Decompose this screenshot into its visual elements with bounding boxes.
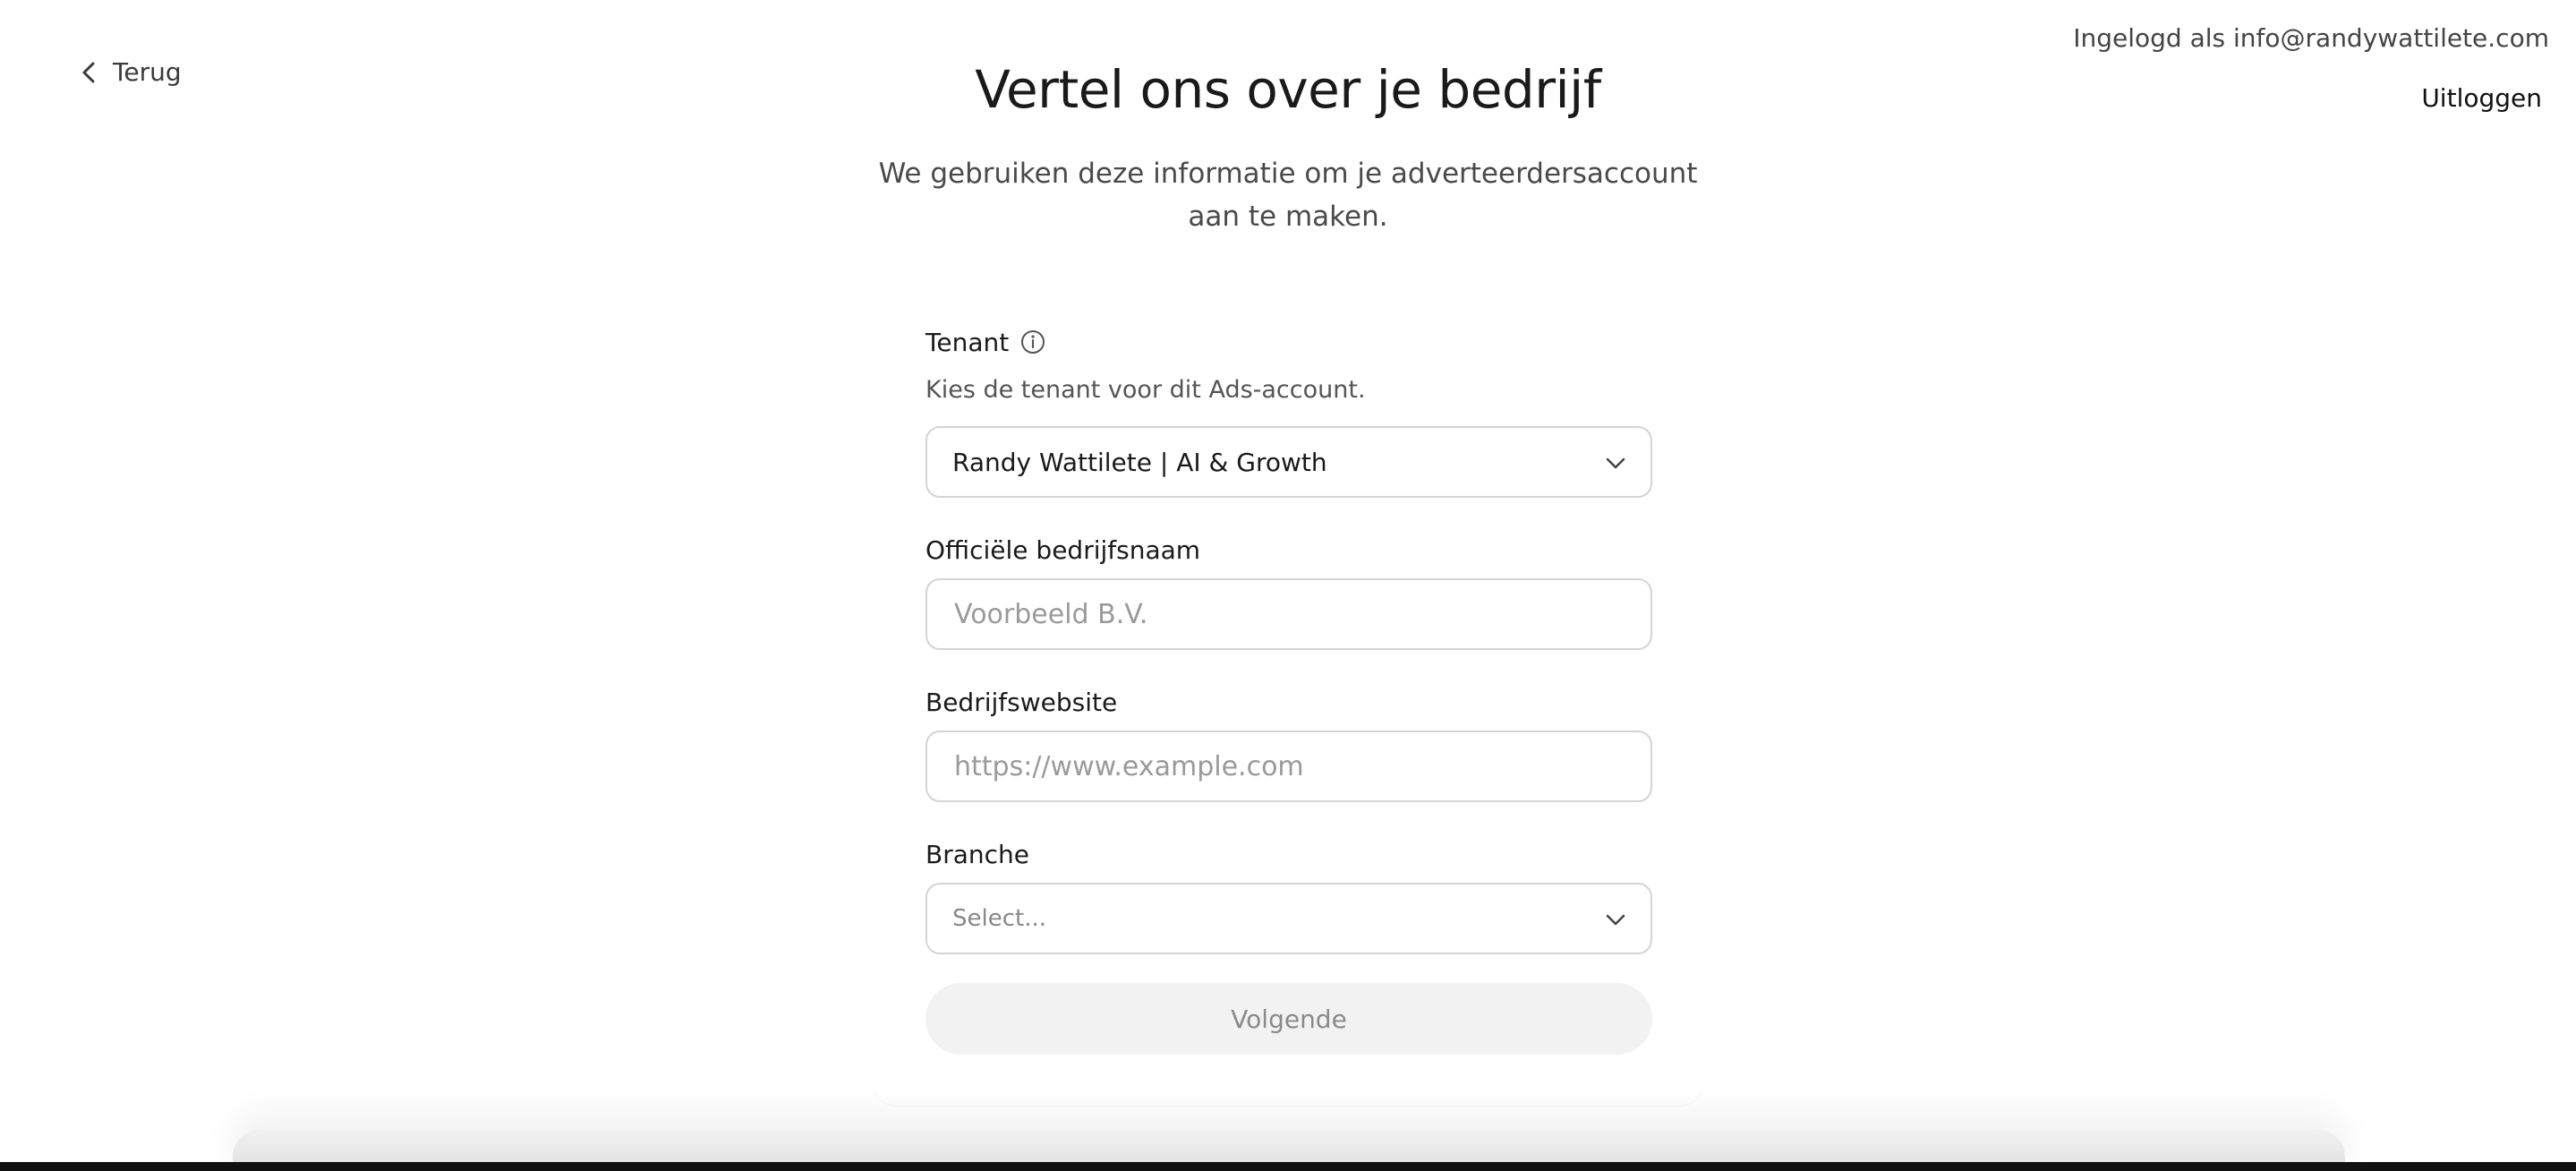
- window-frame-bottom: [0, 1162, 2576, 1171]
- industry-placeholder: Select...: [952, 905, 1047, 932]
- website-label: Bedrijfswebsite: [925, 687, 1118, 717]
- company-name-input[interactable]: [952, 597, 1625, 631]
- info-icon[interactable]: [1019, 329, 1046, 355]
- tenant-label-row: Tenant: [925, 324, 1652, 360]
- website-input[interactable]: [952, 749, 1625, 783]
- tenant-selected-value: Randy Wattilete | AI & Growth: [952, 447, 1327, 477]
- company-name-label-row: Officiële bedrijfsnaam: [925, 532, 1652, 568]
- page-subtitle: We gebruiken deze informatie om je adver…: [878, 158, 1698, 233]
- chevron-down-icon: [1604, 451, 1627, 474]
- tenant-help-text: Kies de tenant voor dit Ads-account.: [925, 376, 1366, 404]
- next-button[interactable]: Volgende: [925, 983, 1652, 1055]
- tenant-label: Tenant: [925, 327, 1010, 357]
- industry-label-row: Branche: [925, 836, 1652, 872]
- tenant-select[interactable]: Randy Wattilete | AI & Growth: [925, 426, 1652, 498]
- page: Terug Ingelogd als info@randywattilete.c…: [0, 0, 2576, 1171]
- company-name-label: Officiële bedrijfsnaam: [925, 534, 1201, 565]
- website-field[interactable]: [925, 731, 1652, 802]
- logged-in-text: Ingelogd als info@randywattilete.com: [2073, 23, 2549, 53]
- industry-select[interactable]: Select...: [925, 883, 1652, 954]
- website-label-row: Bedrijfswebsite: [925, 684, 1652, 720]
- chevron-down-icon: [1604, 908, 1627, 931]
- industry-label: Branche: [925, 839, 1029, 869]
- company-name-field[interactable]: [925, 578, 1652, 650]
- page-title: Vertel ons over je bedrijf: [975, 59, 1601, 120]
- business-form: Tenant Kies de tenant voor dit Ads-accou…: [925, 324, 1652, 1055]
